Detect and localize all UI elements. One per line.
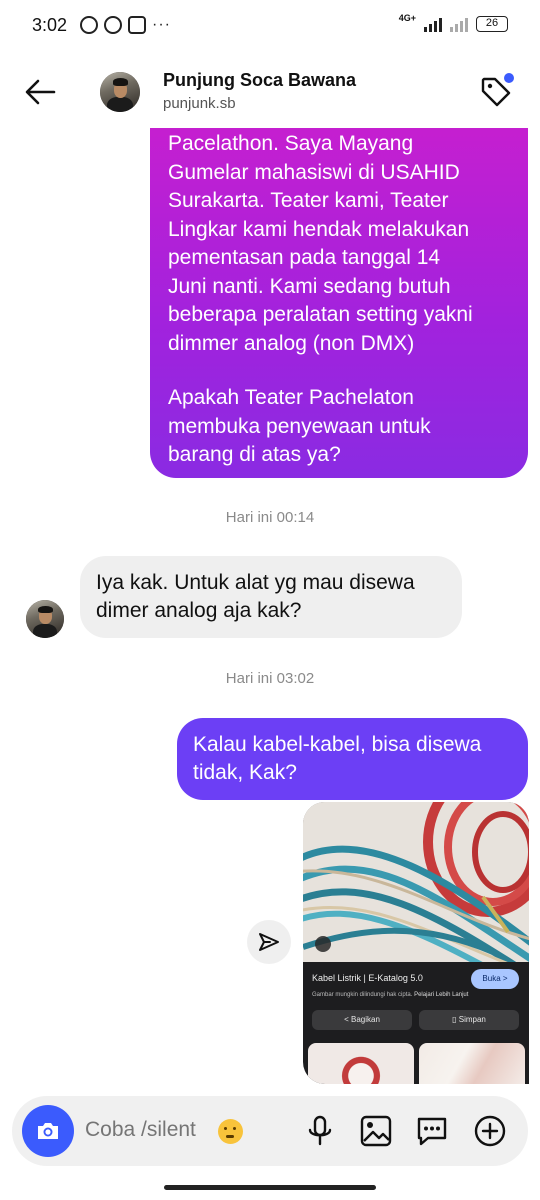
cable-photo: [303, 802, 529, 962]
shared-image-card[interactable]: Kabel Listrik | E-Katalog 5.0 Buka > Gam…: [303, 802, 529, 1084]
home-indicator[interactable]: [164, 1185, 376, 1190]
microphone-icon[interactable]: [302, 1113, 338, 1149]
related-image-thumbnail[interactable]: [308, 1043, 414, 1084]
notification-dot: [504, 73, 514, 83]
share-card-label: Bagikan: [350, 1015, 380, 1024]
share-button[interactable]: [247, 920, 291, 964]
status-time: 3:02: [32, 15, 68, 35]
gallery-icon[interactable]: [358, 1113, 394, 1149]
open-button[interactable]: Buka >: [471, 969, 519, 989]
incoming-message-bubble[interactable]: Iya kak. Untuk alat yg mau disewa dimer …: [80, 556, 462, 638]
signal-2-icon: [450, 16, 468, 32]
whatsapp-icon: [80, 16, 98, 34]
contact-name[interactable]: Punjung Soca Bawana: [163, 70, 356, 91]
copyright-note: Gambar mungkin dilindungi hak cipta. Pel…: [312, 992, 468, 998]
battery-icon: 26: [476, 16, 508, 32]
contact-username[interactable]: punjunk.sb: [163, 95, 236, 112]
save-card-button[interactable]: ▯ Simpan: [419, 1010, 519, 1030]
avatar[interactable]: [100, 72, 140, 112]
lens-icon[interactable]: [315, 936, 331, 952]
sticker-icon[interactable]: [414, 1113, 450, 1149]
message-text: Pacelathon. Saya Mayang Gumelar mahasisw…: [168, 132, 473, 355]
status-system-icons: 4G+ 26: [398, 13, 508, 32]
plus-icon[interactable]: [472, 1113, 508, 1149]
camera-icon: [38, 1123, 58, 1139]
back-arrow-icon[interactable]: [20, 72, 60, 112]
cable-photo-drawing: [303, 802, 529, 962]
network-type: 4G+: [398, 13, 416, 23]
more-notifications-icon: ···: [152, 16, 171, 33]
instagram-icon: [128, 16, 146, 34]
send-icon: [259, 933, 279, 951]
status-bar: 3:02 ··· 4G+ 26: [0, 0, 540, 50]
emoji-icon: [218, 1119, 243, 1144]
related-image-thumbnail[interactable]: [419, 1043, 525, 1084]
message-text: Apakah Teater Pachelaton membuka penyewa…: [168, 386, 431, 466]
chat-screen: 3:02 ··· 4G+ 26 Punjung Soca Bawana punj…: [0, 0, 540, 1200]
alarm-icon: [104, 16, 122, 34]
signal-icon: [424, 16, 442, 32]
save-card-label: Simpan: [458, 1015, 486, 1024]
outgoing-message-bubble[interactable]: Kalau kabel-kabel, bisa disewa tidak, Ka…: [177, 718, 528, 800]
message-timestamp: Hari ini 03:02: [225, 670, 315, 687]
chat-header: Punjung Soca Bawana punjunk.sb: [0, 56, 540, 128]
sender-avatar[interactable]: [26, 600, 64, 638]
copyright-note-text: Gambar mungkin dilindungi hak cipta.: [312, 992, 413, 998]
learn-more-link[interactable]: Pelajari Lebih Lanjut: [414, 992, 468, 998]
share-card-button[interactable]: < Bagikan: [312, 1010, 412, 1030]
message-composer: [12, 1096, 528, 1166]
message-timestamp: Hari ini 00:14: [225, 509, 315, 526]
status-notification-icons: ···: [80, 16, 171, 34]
outgoing-message-bubble[interactable]: Pacelathon. Saya Mayang Gumelar mahasisw…: [150, 128, 528, 478]
camera-button[interactable]: [22, 1105, 74, 1157]
card-title: Kabel Listrik | E-Katalog 5.0: [312, 973, 423, 983]
